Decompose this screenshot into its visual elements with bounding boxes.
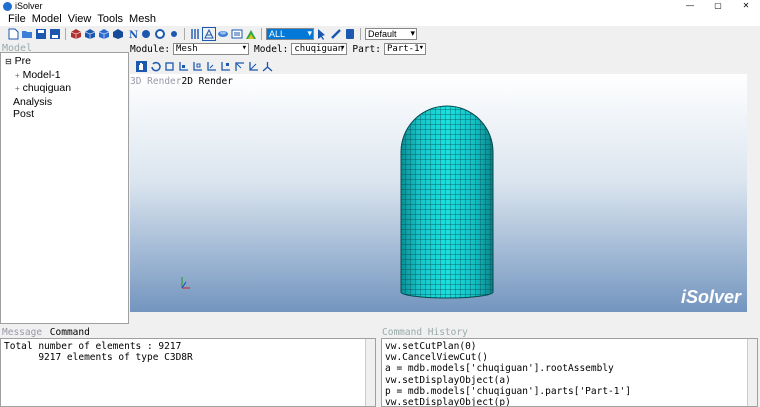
view-iso-icon[interactable] [262, 61, 273, 72]
model-tree: ⊟ Pre + Model-1 + chuqiguan Analysis Pos… [0, 52, 129, 324]
minimize-button[interactable]: — [676, 0, 704, 12]
menu-file[interactable]: File [8, 13, 26, 25]
tree-item-label: Model-1 [22, 68, 61, 81]
app-icon [3, 1, 12, 11]
assembly-cube-icon[interactable] [84, 28, 96, 40]
part-cube-icon[interactable] [70, 28, 82, 40]
history-line[interactable]: vw.setDisplayObject(a) [385, 375, 754, 386]
tree-item-chuqiguan[interactable]: + chuqiguan [1, 82, 128, 96]
axis-triad-icon [181, 277, 190, 289]
main-toolbar: N ALL Default [0, 26, 760, 42]
tab-message[interactable]: Message [2, 327, 42, 338]
part-select[interactable]: Part-1 [383, 43, 426, 55]
tree-item-pre[interactable]: ⊟ Pre [1, 55, 128, 69]
command-history-title: Command History [382, 327, 468, 338]
message-scrollbar[interactable] [365, 339, 375, 406]
style-select[interactable]: Default [365, 28, 417, 40]
view-right-icon[interactable] [248, 61, 259, 72]
module-select[interactable]: Mesh [173, 43, 250, 55]
pressure-vessel-mesh [400, 105, 494, 299]
isolver-watermark: iSolver [680, 287, 741, 307]
contour-plot-icon[interactable] [245, 28, 257, 40]
window-title: iSolver [15, 1, 43, 11]
tree-expand-icon[interactable]: + [15, 84, 20, 93]
select-pointer-icon[interactable] [316, 28, 328, 40]
toolbar-separator [184, 28, 185, 40]
close-button[interactable]: ✕ [732, 0, 760, 12]
display-filter-select[interactable]: ALL [266, 28, 314, 40]
view-toolbar [136, 59, 273, 73]
measure-icon[interactable] [330, 28, 342, 40]
svg-text:N: N [129, 30, 138, 40]
message-output[interactable]: Total number of elements : 9217 9217 ele… [0, 338, 376, 407]
tree-item-post[interactable]: Post [1, 108, 128, 121]
history-scrollbar[interactable] [747, 339, 757, 406]
hidden-line-icon[interactable] [154, 28, 166, 40]
info-icon[interactable]: N [126, 28, 138, 41]
maximize-button[interactable]: ▢ [704, 0, 732, 12]
element-icon[interactable] [202, 27, 216, 41]
new-file-icon[interactable] [7, 28, 19, 40]
model-select[interactable]: chuqiguan [291, 43, 348, 55]
save-icon[interactable] [35, 28, 47, 40]
menu-bar: File Model View Tools Mesh [0, 12, 760, 26]
wireframe-icon[interactable] [168, 28, 180, 40]
part-label: Part: [352, 43, 381, 55]
menu-tools[interactable]: Tools [97, 13, 123, 25]
toolbar-separator [360, 28, 361, 40]
notes-icon[interactable] [344, 28, 356, 40]
solid-cube-icon[interactable] [112, 28, 124, 40]
material-icon[interactable] [217, 28, 229, 40]
tree-item-label: Analysis [13, 95, 53, 108]
shade-icon[interactable] [140, 28, 152, 40]
module-label: Module: [130, 43, 171, 55]
history-line[interactable]: a = mdb.models['chuqiguan'].rootAssembly [385, 363, 754, 374]
view-top-icon[interactable] [206, 61, 217, 72]
open-folder-icon[interactable] [21, 28, 33, 40]
view-left-icon[interactable] [234, 61, 245, 72]
view-front-icon[interactable] [178, 61, 189, 72]
menu-view[interactable]: View [68, 13, 92, 25]
pan-hand-icon[interactable] [136, 60, 147, 72]
save-as-icon[interactable] [49, 28, 61, 40]
tree-item-analysis[interactable]: Analysis [1, 96, 128, 109]
tree-item-label: Post [13, 108, 35, 120]
tree-collapse-icon[interactable]: ⊟ [5, 57, 12, 66]
message-line: 9217 elements of type C3D8R [4, 352, 193, 363]
view-bottom-icon[interactable] [220, 61, 231, 72]
view-back-icon[interactable] [192, 61, 203, 72]
history-line[interactable]: vw.setDisplayObject(p) [385, 397, 754, 406]
tree-expand-icon[interactable]: + [15, 71, 20, 80]
tab-3d-render[interactable]: 3D Render [130, 76, 181, 87]
tab-2d-render[interactable]: 2D Render [181, 76, 232, 87]
message-tabs: Message Command [2, 327, 90, 338]
tree-item-label: chuqiguan [22, 82, 72, 94]
model-label: Model: [254, 43, 289, 55]
menu-mesh[interactable]: Mesh [129, 13, 156, 25]
toolbar-separator [65, 28, 66, 40]
mesh-cube-icon[interactable] [98, 28, 110, 40]
message-line: Total number of elements : 9217 [4, 341, 182, 352]
toolbar-separator [261, 28, 262, 40]
module-bar: Module: Mesh Model: chuqiguan Part: Part… [130, 42, 426, 56]
mesh-render [181, 105, 494, 299]
history-line[interactable]: vw.setCutPlan(0) [385, 341, 754, 352]
tree-item-label: Pre [14, 55, 31, 67]
tab-command[interactable]: Command [50, 327, 90, 338]
menu-model[interactable]: Model [32, 13, 62, 25]
3d-viewport[interactable]: iSolver [130, 74, 747, 312]
history-line[interactable]: vw.CancelViewCut() [385, 352, 754, 363]
zoom-fit-icon[interactable] [164, 61, 175, 72]
rotate-icon[interactable] [150, 61, 161, 72]
report-icon[interactable] [231, 28, 243, 40]
history-line[interactable]: p = mdb.models['chuqiguan'].parts['Part-… [385, 386, 754, 397]
mesh-lines-icon[interactable] [189, 28, 201, 40]
command-history-list[interactable]: vw.setCutPlan(0) vw.CancelViewCut() a = … [381, 338, 758, 407]
title-bar: iSolver — ▢ ✕ [0, 0, 760, 12]
render-tabs: 3D Render2D Render [130, 76, 233, 87]
tree-item-model-1[interactable]: + Model-1 [1, 69, 128, 83]
